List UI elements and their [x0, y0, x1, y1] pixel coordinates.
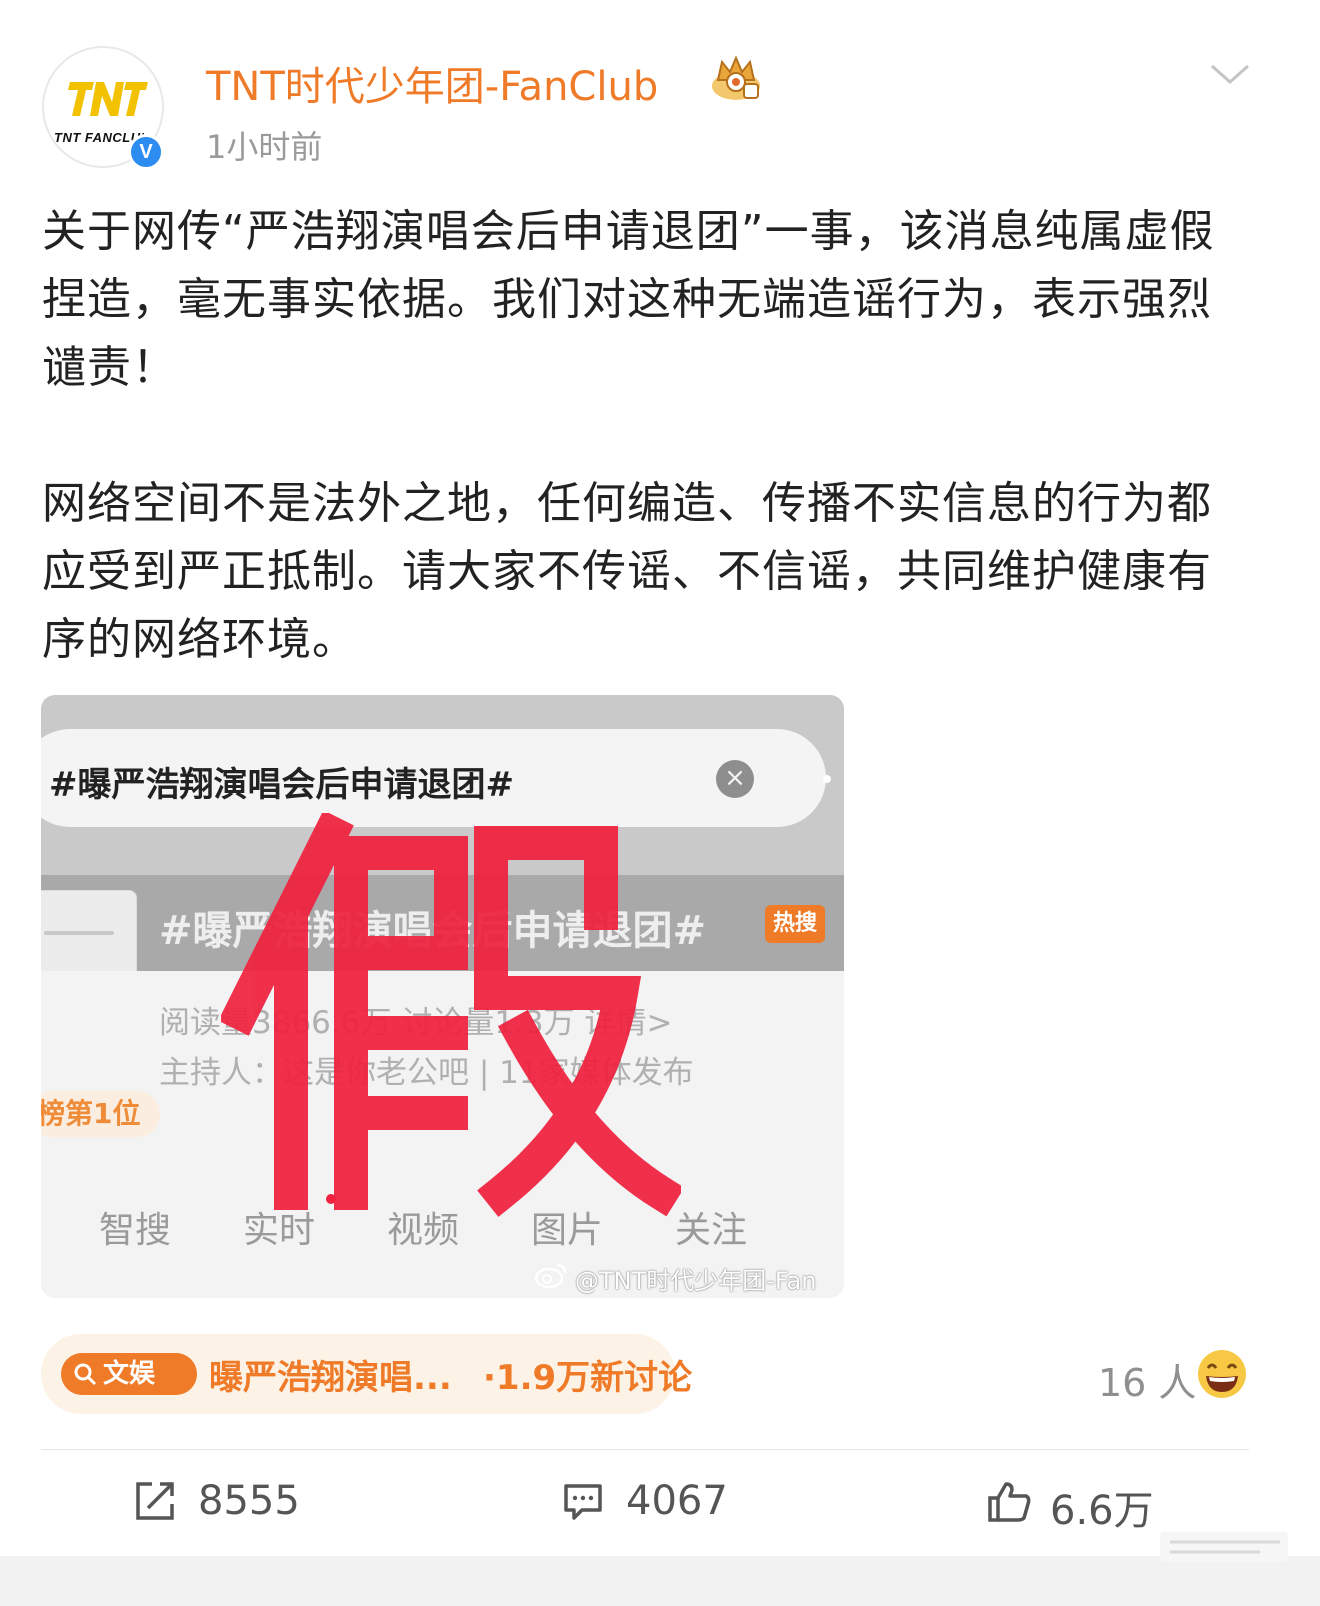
post-image[interactable]: #曝严浩翔演唱会后申请退团# × #曝严浩翔演唱会后申请退团# 热搜 阅读量38… — [41, 695, 844, 1298]
repost-count: 8555 — [198, 1478, 300, 1524]
more-lines-icon — [1160, 1532, 1288, 1562]
repost-icon — [136, 1482, 174, 1520]
author-name[interactable]: TNT时代少年团-FanClub — [206, 54, 658, 112]
laugh-emoji-icon[interactable] — [1196, 1348, 1248, 1400]
comment-count: 4067 — [626, 1478, 728, 1524]
verified-icon: V — [128, 134, 164, 170]
like-icon — [988, 1482, 1031, 1522]
weibo-logo-icon — [534, 1263, 567, 1289]
crown-icon — [712, 56, 760, 100]
comment-icon — [564, 1484, 602, 1520]
phone-line — [44, 931, 114, 935]
like-count: 6.6万 — [1050, 1488, 1154, 1534]
image-rank-badge: 榜第1位 — [41, 1091, 161, 1137]
post-time: 1小时前 — [206, 128, 323, 166]
topic-category-label: 文娱 — [103, 1359, 156, 1389]
topic-link[interactable]: 文娱 曝严浩翔演唱... ·1.9万新讨论 — [41, 1334, 692, 1414]
weibo-post-card: TNT FANCLUB V TNT时代少年团-FanClub 1小时前 关于网传… — [0, 0, 1320, 1606]
search-icon — [74, 1363, 97, 1386]
image-hot-badge: 热搜 — [765, 905, 826, 943]
chevron-down-icon[interactable] — [1208, 60, 1252, 88]
bottom-strip — [0, 1556, 1320, 1606]
topic-category-tag: 文娱 — [61, 1353, 197, 1395]
reaction-count[interactable]: 16 人 — [1098, 1352, 1196, 1407]
post-paragraph: 网络空间不是法外之地，任何编造、传播不实信息的行为都应受到严正抵制。请大家不传谣… — [42, 478, 1212, 665]
fake-stamp-graphic — [221, 813, 681, 1217]
topic-discussion-count: ·1.9万新讨论 — [483, 1358, 693, 1398]
image-clear-icon: × — [716, 760, 754, 798]
divider — [41, 1449, 1249, 1450]
image-tab: 关注 — [675, 1210, 748, 1251]
post-body: 关于网传“严浩翔演唱会后申请退团”一事，该消息纯属虚假捏造，毫无事实依据。我们对… — [42, 198, 1252, 742]
topic-title: 曝严浩翔演唱... — [209, 1358, 452, 1398]
image-search-text: #曝严浩翔演唱会后申请退团# — [49, 765, 514, 805]
tnt-logo — [68, 82, 148, 116]
image-tab: 智搜 — [99, 1210, 172, 1251]
post-paragraph: 关于网传“严浩翔演唱会后申请退团”一事，该消息纯属虚假捏造，毫无事实依据。我们对… — [42, 206, 1215, 393]
image-watermark: @TNT时代少年团-Fan — [575, 1267, 817, 1295]
image-dot — [823, 775, 831, 783]
